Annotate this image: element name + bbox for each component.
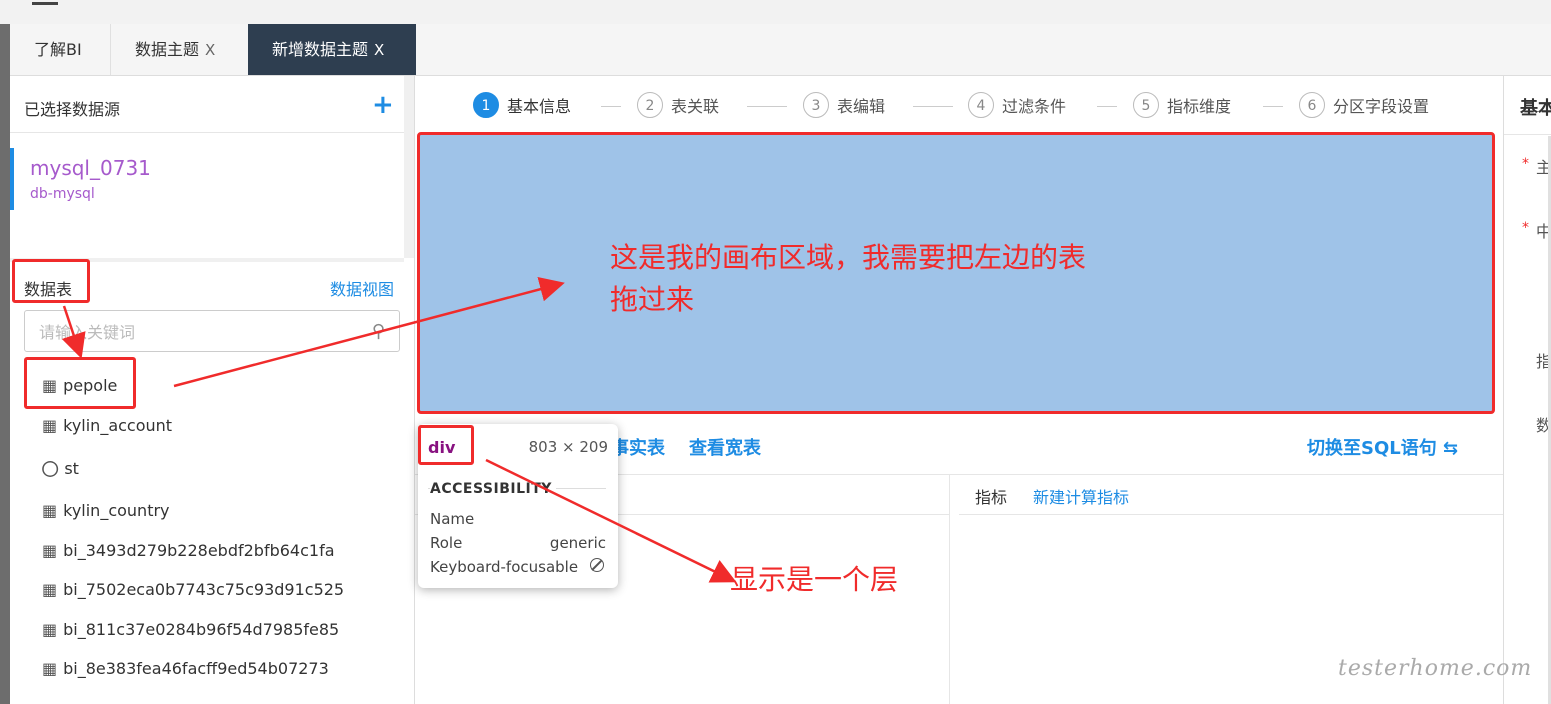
arrow-to-layer-note xyxy=(485,458,737,583)
layer-annotation: 显示是一个层 xyxy=(730,563,899,596)
arrow-to-table xyxy=(61,305,86,359)
annotation-arrows xyxy=(61,277,737,583)
watermark: testerhome.com xyxy=(1338,656,1533,681)
arrow-to-canvas xyxy=(173,277,565,388)
